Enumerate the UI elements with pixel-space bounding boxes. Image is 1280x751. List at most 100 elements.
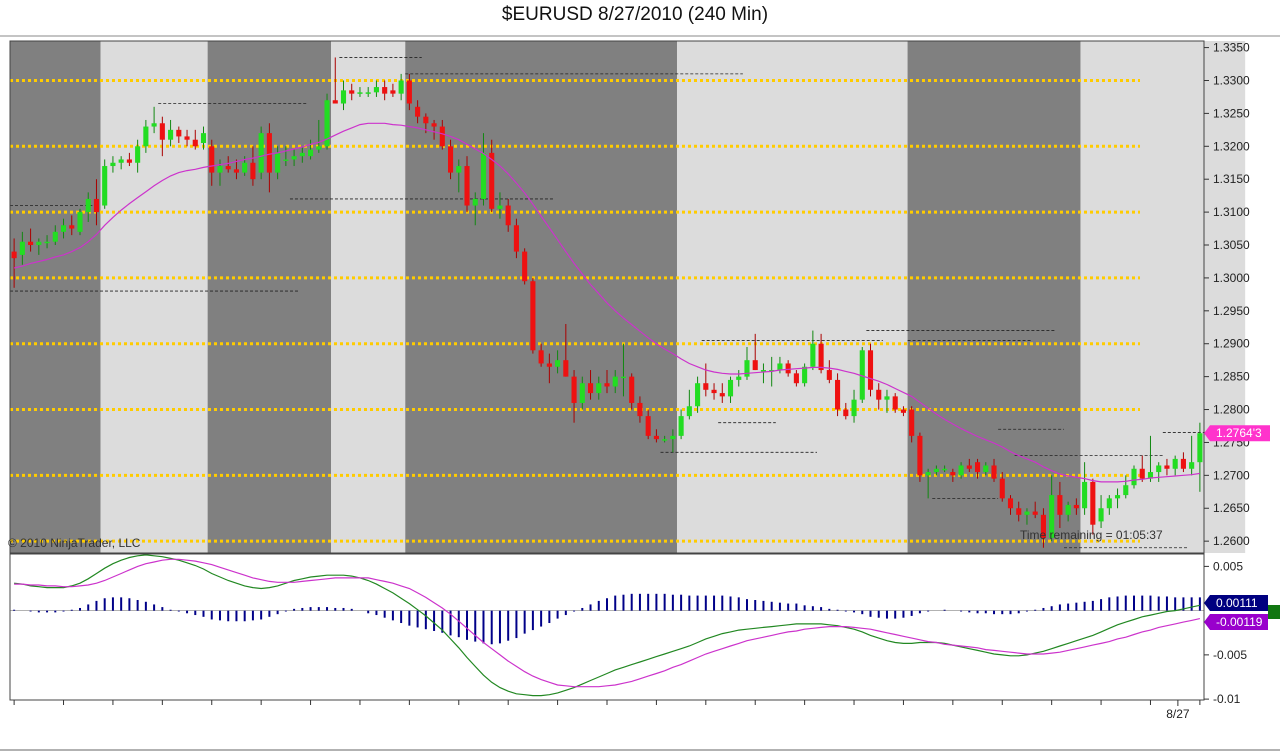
candle-body[interactable] — [1114, 495, 1121, 499]
candle-body[interactable] — [1007, 498, 1014, 509]
candle-body[interactable] — [291, 156, 297, 160]
candle-body[interactable] — [1024, 511, 1030, 515]
candle-body[interactable] — [587, 383, 594, 394]
candle-body[interactable] — [1189, 462, 1195, 469]
candle-body[interactable] — [958, 465, 964, 476]
candle-body[interactable] — [406, 80, 412, 104]
candle-body[interactable] — [884, 396, 890, 400]
candle-body[interactable] — [439, 126, 445, 147]
candle-body[interactable] — [36, 241, 42, 246]
candle-body[interactable] — [703, 383, 709, 390]
candle-body[interactable] — [851, 399, 857, 417]
candle-body[interactable] — [431, 123, 437, 127]
candle-body[interactable] — [629, 376, 635, 403]
candle-body[interactable] — [867, 350, 874, 390]
macd-panel[interactable]: 0.005 -0.005 -0.01 0.00111 -0.00119 — [9, 553, 1280, 706]
candle-body[interactable] — [802, 366, 808, 384]
candle-body[interactable] — [480, 152, 487, 199]
candle-body[interactable] — [950, 472, 956, 476]
candle-body[interactable] — [933, 468, 939, 473]
candle-body[interactable] — [1164, 465, 1170, 469]
candle-body[interactable] — [1057, 495, 1063, 515]
candle-body[interactable] — [1139, 468, 1145, 479]
candle-body[interactable] — [785, 363, 791, 374]
candle-body[interactable] — [1098, 508, 1104, 522]
candle-body[interactable] — [126, 159, 132, 163]
candle-body[interactable] — [662, 439, 668, 441]
candle-body[interactable] — [942, 468, 948, 471]
candle-body[interactable] — [60, 225, 67, 232]
candle-body[interactable] — [909, 409, 915, 436]
candle-body[interactable] — [233, 169, 240, 173]
candle-body[interactable] — [176, 129, 182, 137]
candle-body[interactable] — [596, 383, 602, 394]
candle-body[interactable] — [28, 241, 34, 246]
candle-body[interactable] — [382, 87, 388, 94]
candle-body[interactable] — [357, 92, 363, 94]
candle-body[interactable] — [1106, 498, 1112, 509]
candle-body[interactable] — [118, 159, 124, 163]
candle-body[interactable] — [184, 136, 190, 140]
candle-body[interactable] — [612, 376, 618, 387]
candle-body[interactable] — [275, 152, 281, 173]
candle-body[interactable] — [678, 416, 684, 436]
macd-plot-area[interactable] — [10, 554, 1204, 700]
candle-body[interactable] — [447, 146, 454, 173]
candle-body[interactable] — [917, 435, 923, 476]
candle-body[interactable] — [645, 416, 651, 436]
candle-body[interactable] — [1073, 504, 1079, 509]
candle-body[interactable] — [19, 241, 25, 255]
candle-body[interactable] — [217, 166, 223, 173]
candle-body[interactable] — [876, 389, 882, 400]
candle-body[interactable] — [843, 409, 849, 417]
candle-body[interactable] — [143, 126, 149, 147]
candle-body[interactable] — [192, 139, 198, 147]
candle-body[interactable] — [332, 100, 338, 104]
candle-body[interactable] — [530, 281, 536, 351]
candle-body[interactable] — [398, 80, 404, 94]
candle-body[interactable] — [159, 123, 165, 140]
candle-body[interactable] — [835, 379, 841, 410]
candle-body[interactable] — [818, 343, 824, 371]
candle-body[interactable] — [415, 106, 421, 117]
candle-body[interactable] — [258, 133, 264, 173]
candle-body[interactable] — [1065, 504, 1071, 515]
candle-body[interactable] — [151, 123, 157, 127]
candle-body[interactable] — [513, 225, 519, 252]
candle-body[interactable] — [135, 146, 141, 163]
candle-body[interactable] — [1082, 481, 1088, 509]
candle-body[interactable] — [1180, 458, 1186, 469]
candle-body[interactable] — [744, 360, 750, 377]
candle-body[interactable] — [604, 383, 610, 387]
candle-body[interactable] — [423, 116, 429, 124]
candle-body[interactable] — [538, 350, 544, 364]
candle-body[interactable] — [670, 435, 676, 440]
candle-body[interactable] — [653, 435, 659, 440]
candle-body[interactable] — [695, 383, 701, 407]
candle-body[interactable] — [522, 251, 528, 282]
candle-body[interactable] — [900, 409, 906, 413]
candle-body[interactable] — [349, 90, 355, 94]
candle-body[interactable] — [1016, 508, 1022, 515]
candle-body[interactable] — [546, 363, 552, 367]
candle-body[interactable] — [555, 360, 561, 367]
candle-body[interactable] — [736, 376, 742, 380]
candle-body[interactable] — [999, 478, 1005, 499]
candle-body[interactable] — [686, 406, 692, 417]
candle-body[interactable] — [1197, 433, 1203, 463]
candle-body[interactable] — [308, 149, 314, 157]
candle-body[interactable] — [77, 212, 83, 232]
candle-body[interactable] — [1090, 481, 1096, 525]
candle-body[interactable] — [168, 129, 174, 140]
candle-body[interactable] — [242, 162, 248, 173]
candle-body[interactable] — [793, 373, 799, 384]
candle-body[interactable] — [299, 152, 305, 157]
chart-canvas[interactable]: 1.3350 1.3300 1.3250 1.3200 1.3150 1.3100 1.30… — [0, 0, 1280, 751]
candle-body[interactable] — [1032, 511, 1038, 515]
candle-body[interactable] — [966, 465, 972, 469]
candle-body[interactable] — [826, 370, 832, 380]
candle-body[interactable] — [464, 166, 470, 206]
candle-body[interactable] — [225, 166, 231, 170]
candle-body[interactable] — [505, 205, 511, 226]
candle-body[interactable] — [102, 166, 108, 206]
